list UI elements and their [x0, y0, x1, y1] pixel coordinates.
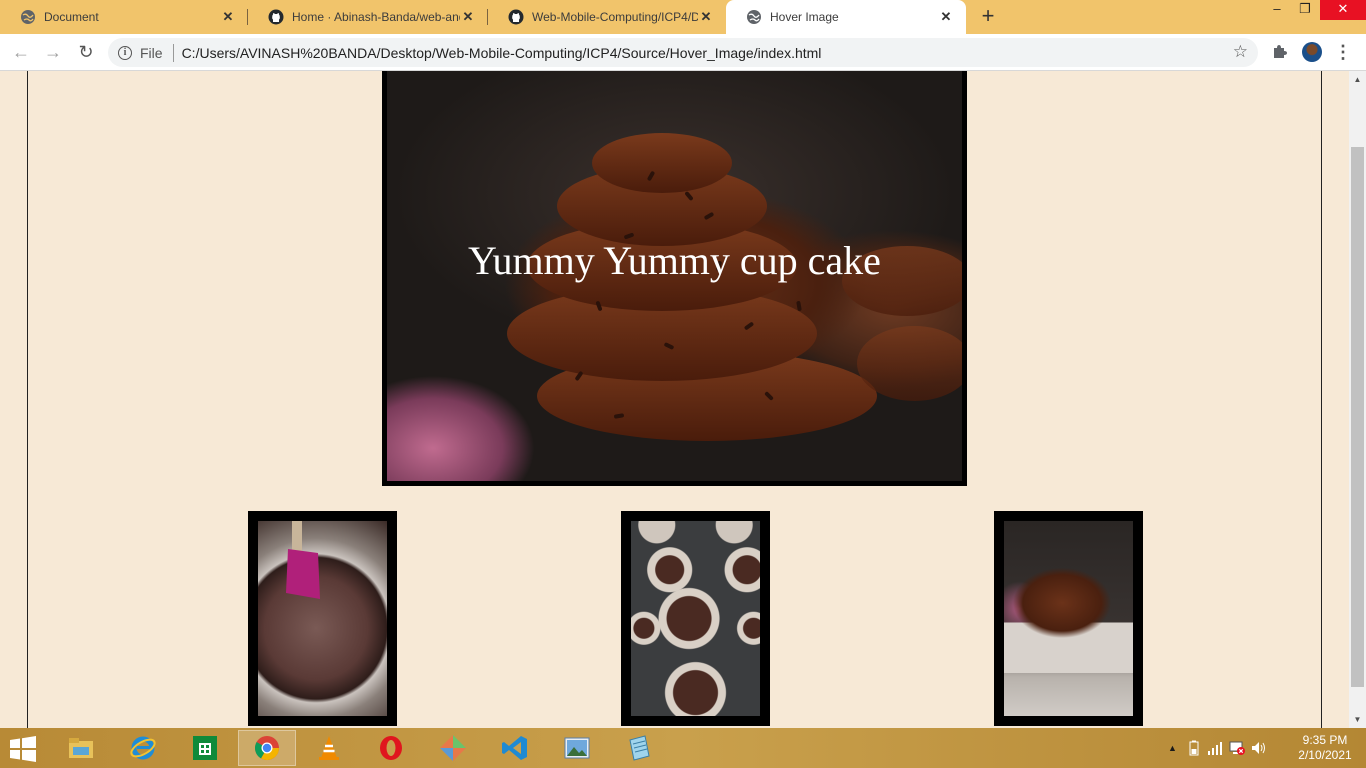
close-window-button[interactable]: ✕	[1320, 0, 1366, 20]
vscode-icon	[502, 736, 527, 760]
minimize-button[interactable]: –	[1262, 0, 1292, 20]
tab-strip: Document ✕ Home · Abinash-Banda/web-and …	[0, 0, 1366, 34]
chrome-icon	[254, 736, 279, 761]
tab-github-home[interactable]: Home · Abinash-Banda/web-and ✕	[248, 0, 488, 34]
scroll-up-arrow-icon[interactable]: ▲	[1349, 71, 1366, 88]
extensions-puzzle-icon[interactable]	[1270, 42, 1290, 62]
github-icon	[508, 9, 524, 25]
page-viewport: Yummy Yummy cup cake	[0, 71, 1349, 728]
battery-icon[interactable]	[1189, 740, 1199, 756]
thumbnail-batter-bowl[interactable]	[248, 511, 397, 726]
bookmark-star-icon[interactable]: ☆	[1233, 42, 1248, 62]
scheme-label: File	[140, 44, 163, 61]
taskbar-notepad[interactable]	[610, 730, 668, 766]
windows-start-icon[interactable]	[8, 736, 40, 762]
taskbar-git-extensions[interactable]	[424, 730, 482, 766]
thumbnail-frosted-cupcake[interactable]	[994, 511, 1143, 726]
tab-title: Home · Abinash-Banda/web-and	[292, 10, 460, 24]
taskbar-microsoft-store[interactable]	[176, 730, 234, 766]
restore-button[interactable]: ❐	[1290, 0, 1320, 20]
info-icon[interactable]: i	[118, 45, 132, 60]
taskbar-vscode[interactable]	[486, 730, 544, 766]
hero-image-frame[interactable]: Yummy Yummy cup cake	[382, 71, 967, 486]
back-arrow-icon[interactable]: ←	[10, 41, 32, 63]
taskbar-photos[interactable]	[548, 730, 606, 766]
github-icon	[268, 9, 284, 25]
system-tray: ▲	[1168, 728, 1267, 768]
tab-close-icon[interactable]: ✕	[698, 9, 714, 25]
tab-close-icon[interactable]: ✕	[460, 9, 476, 25]
thumbnail-cupcake-tin[interactable]	[621, 511, 770, 726]
scroll-thumb[interactable]	[1351, 147, 1364, 687]
batter-bowl-image	[258, 521, 387, 716]
tab-close-icon[interactable]: ✕	[938, 9, 954, 25]
address-bar[interactable]: i File C:/Users/AVINASH%20BANDA/Desktop/…	[108, 38, 1258, 67]
vertical-scrollbar[interactable]: ▲ ▼	[1349, 71, 1366, 728]
taskbar-clock[interactable]: 9:35 PM 2/10/2021	[1290, 733, 1360, 763]
clock-date: 2/10/2021	[1298, 748, 1352, 762]
git-diamond-icon	[440, 735, 466, 761]
hero-cupcake-image: Yummy Yummy cup cake	[387, 71, 962, 481]
address-divider	[172, 43, 174, 62]
menu-kebab-icon[interactable]: ⋮	[1334, 41, 1352, 63]
volume-icon[interactable]	[1251, 740, 1267, 756]
taskbar-vlc[interactable]	[300, 730, 358, 766]
taskbar-file-explorer[interactable]	[52, 730, 110, 766]
forward-arrow-icon[interactable]: →	[42, 41, 64, 63]
reload-icon[interactable]: ↻	[75, 41, 97, 63]
tab-title: Web-Mobile-Computing/ICP4/D	[532, 10, 698, 24]
network-error-icon[interactable]	[1229, 740, 1245, 756]
frosted-cupcake-image	[1004, 521, 1133, 716]
notepad-icon	[629, 735, 650, 761]
taskbar-chrome[interactable]	[238, 730, 296, 766]
store-icon	[193, 736, 217, 760]
signal-bars-icon[interactable]	[1207, 741, 1223, 755]
tab-document[interactable]: Document ✕	[0, 0, 248, 34]
folder-icon	[69, 738, 93, 758]
scroll-down-arrow-icon[interactable]: ▼	[1349, 711, 1366, 728]
opera-icon	[380, 736, 402, 760]
browser-toolbar: ← → ↻ i File C:/Users/AVINASH%20BANDA/De…	[0, 34, 1366, 71]
vlc-cone-icon	[319, 736, 339, 760]
globe-icon	[20, 9, 36, 25]
taskbar-opera[interactable]	[362, 730, 420, 766]
globe-icon	[746, 9, 762, 25]
tab-hover-image[interactable]: Hover Image ✕	[726, 0, 966, 34]
profile-avatar[interactable]	[1302, 42, 1322, 62]
internet-explorer-icon	[130, 736, 156, 760]
windows-taskbar: ▲ 9:35 PM 2/10/2021	[0, 728, 1366, 768]
tab-close-icon[interactable]: ✕	[220, 9, 236, 25]
photos-icon	[564, 737, 590, 759]
clock-time: 9:35 PM	[1302, 733, 1348, 747]
tray-overflow-chevron-icon[interactable]: ▲	[1168, 743, 1177, 753]
tab-title: Document	[44, 10, 99, 24]
tab-github-repo[interactable]: Web-Mobile-Computing/ICP4/D ✕	[488, 0, 726, 34]
cupcake-tin-image	[631, 521, 760, 716]
taskbar-internet-explorer[interactable]	[114, 730, 172, 766]
new-tab-button[interactable]: +	[976, 5, 1000, 29]
url-text[interactable]: C:/Users/AVINASH%20BANDA/Desktop/Web-Mob…	[182, 45, 822, 61]
hero-caption: Yummy Yummy cup cake	[468, 238, 881, 283]
tab-title: Hover Image	[770, 10, 839, 24]
